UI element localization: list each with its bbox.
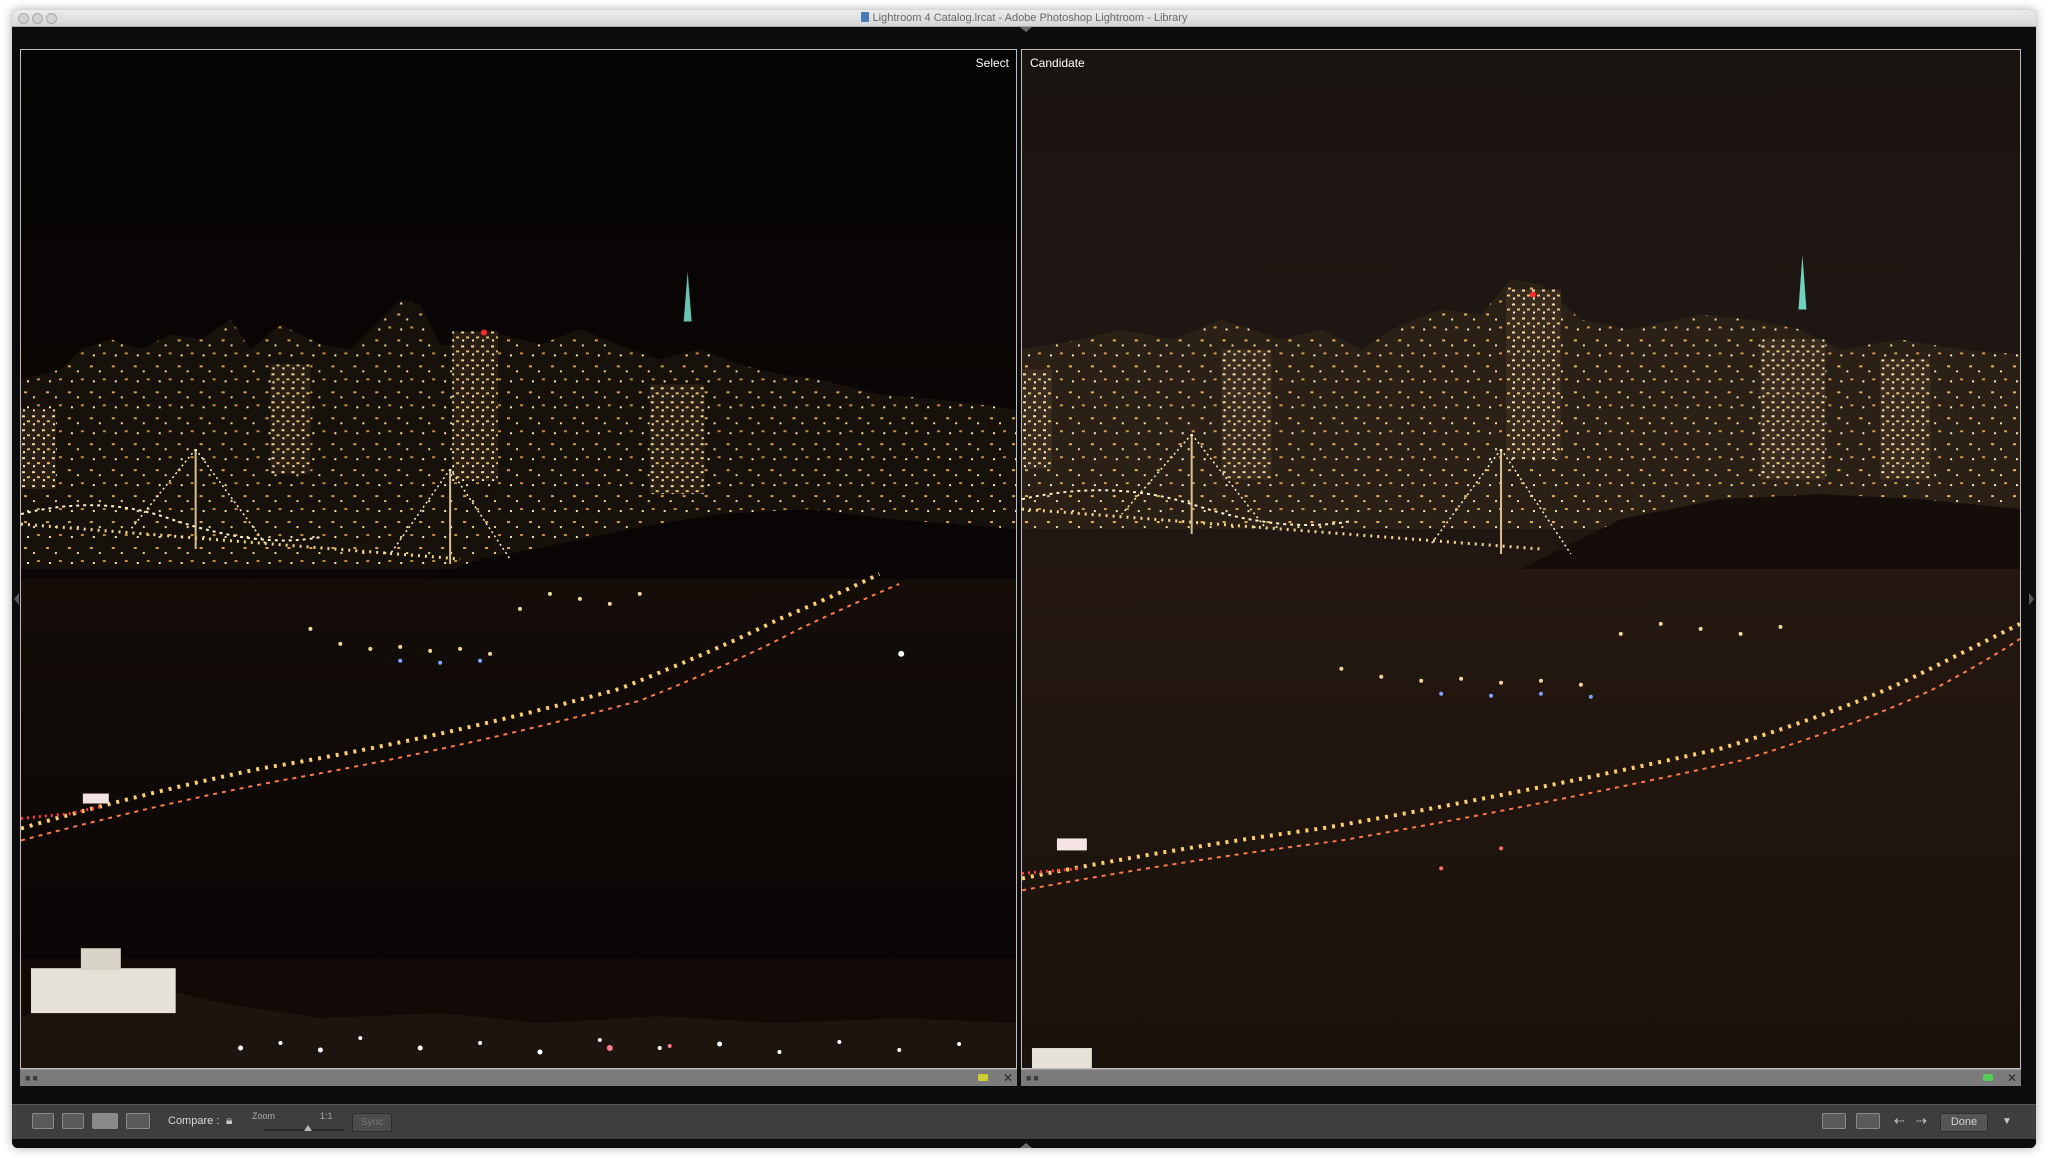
arrow-left-icon[interactable]: ⇠ xyxy=(1894,1113,1905,1129)
grid-icon[interactable] xyxy=(32,1113,54,1129)
loupe-icon[interactable] xyxy=(62,1113,84,1129)
swap-icon[interactable] xyxy=(1822,1113,1846,1129)
flag-icon[interactable]: ■■ xyxy=(25,1073,40,1083)
close-icon[interactable]: ✕ xyxy=(1003,1071,1013,1085)
zoom-slider-knob[interactable] xyxy=(304,1125,312,1131)
flag-icon[interactable]: ■■ xyxy=(1026,1073,1041,1083)
right-panel-toggle-icon[interactable] xyxy=(2029,593,2034,605)
select-label: Select xyxy=(975,56,1009,70)
select-pane: Select ■■ ····· ✕ xyxy=(20,49,1017,1093)
document-icon xyxy=(860,12,869,22)
select-photo[interactable]: Select xyxy=(20,49,1017,1069)
zoom-value: 1:1 xyxy=(320,1111,333,1121)
window-title: Lightroom 4 Catalog.lrcat - Adobe Photos… xyxy=(12,12,2036,24)
compare-icon[interactable] xyxy=(92,1113,118,1129)
candidate-color-label[interactable] xyxy=(1983,1074,1993,1081)
zoom-label: Zoom xyxy=(252,1111,276,1121)
rating-stars[interactable]: ····· xyxy=(490,1072,527,1083)
chevron-down-icon[interactable]: ▼ xyxy=(2002,1116,2012,1127)
compare-label: Compare : xyxy=(168,1115,220,1127)
done-button[interactable]: Done xyxy=(1940,1113,1988,1132)
sync-button[interactable]: Sync xyxy=(352,1113,392,1132)
left-panel-toggle-icon[interactable] xyxy=(14,593,19,605)
close-icon[interactable]: ✕ xyxy=(2007,1071,2017,1085)
survey-icon[interactable] xyxy=(126,1113,150,1129)
lock-icon[interactable]: 🔒︎ xyxy=(226,1113,232,1128)
library-body: Select ■■ ····· ✕ Candidate ■■ ····· ✕ C… xyxy=(12,27,2036,1148)
toolbar: Compare : 🔒︎ Zoom 1:1 Sync ⇠ ⇢ Done ▼ xyxy=(12,1104,2036,1139)
top-panel-toggle-icon[interactable] xyxy=(1020,27,1032,32)
make-select-icon[interactable] xyxy=(1856,1113,1880,1129)
candidate-photo[interactable]: Candidate xyxy=(1021,49,2021,1069)
title-bar: Lightroom 4 Catalog.lrcat - Adobe Photos… xyxy=(12,10,2036,27)
lightroom-window: Lightroom 4 Catalog.lrcat - Adobe Photos… xyxy=(12,10,2036,1148)
candidate-pane: Candidate ■■ ····· ✕ xyxy=(1021,49,2021,1093)
candidate-label: Candidate xyxy=(1030,56,1085,70)
select-color-label[interactable] xyxy=(978,1074,988,1081)
rating-stars[interactable]: ····· xyxy=(1491,1072,1528,1083)
select-info-bar: ■■ ····· ✕ xyxy=(20,1069,1017,1086)
candidate-info-bar: ■■ ····· ✕ xyxy=(1021,1069,2021,1086)
select-photo-image xyxy=(21,50,1016,1068)
filmstrip-toggle-icon[interactable] xyxy=(1020,1143,1032,1148)
candidate-photo-image xyxy=(1022,50,2020,1068)
arrow-right-icon[interactable]: ⇢ xyxy=(1916,1113,1927,1129)
